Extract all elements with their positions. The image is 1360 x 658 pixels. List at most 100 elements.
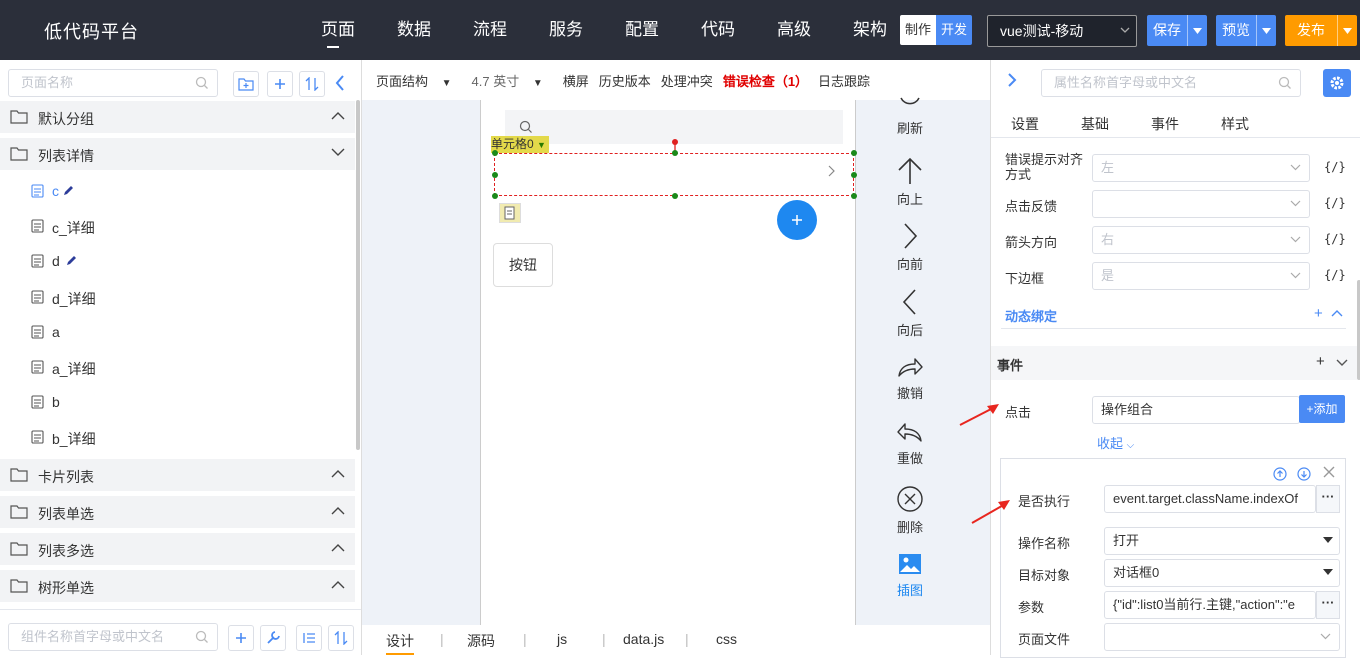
publish-button[interactable]: 发布 [1285, 15, 1337, 46]
chevron-up-icon[interactable] [1331, 309, 1343, 317]
refresh-tool[interactable]: 刷新 [882, 92, 938, 137]
page-item-b-detail[interactable]: b_详细 [0, 420, 355, 455]
move-down-circle-icon[interactable] [1297, 467, 1311, 481]
fx-button[interactable]: {/} [1324, 160, 1346, 174]
tab-basic[interactable]: 基础 [1081, 114, 1109, 134]
condition-input[interactable]: event.target.className.indexOf [1104, 485, 1316, 513]
conflict-button[interactable]: 处理冲突 [661, 71, 713, 90]
target-select[interactable]: 对话框0 [1104, 559, 1340, 587]
forward-tool[interactable]: 向前 [882, 222, 938, 273]
nav-data[interactable]: 数据 [376, 0, 452, 60]
component-marker-icon[interactable] [499, 203, 521, 223]
nav-page[interactable]: 页面 [300, 0, 376, 60]
publish-dropdown-icon[interactable] [1337, 15, 1357, 46]
page-item-d[interactable]: d [0, 244, 355, 279]
expand-right-icon[interactable] [1007, 72, 1017, 88]
tab-data-js[interactable]: data.js [623, 631, 664, 647]
sort-button[interactable] [299, 71, 325, 97]
page-search-input[interactable]: 页面名称 [8, 69, 218, 97]
group-default[interactable]: 默认分组 [0, 101, 355, 133]
log-trace-button[interactable]: 日志跟踪 [818, 71, 870, 90]
tab-events[interactable]: 事件 [1151, 114, 1179, 134]
button-component[interactable]: 按钮 [493, 243, 553, 287]
save-dropdown-icon[interactable] [1187, 15, 1207, 46]
nav-code[interactable]: 代码 [680, 0, 756, 60]
page-item-d-detail[interactable]: d_详细 [0, 280, 355, 315]
nav-advanced[interactable]: 高级 [756, 0, 832, 60]
page-item-a-detail[interactable]: a_详细 [0, 350, 355, 385]
wrench-button[interactable] [260, 625, 286, 651]
tab-css[interactable]: css [716, 631, 737, 647]
group-list-multi[interactable]: 列表多选 [0, 533, 355, 565]
click-feedback-select[interactable] [1092, 190, 1310, 218]
event-click-input[interactable]: 操作组合 [1092, 396, 1300, 424]
component-search-input[interactable]: 组件名称首字母或中文名 [8, 623, 218, 651]
collapse-left-icon[interactable] [334, 74, 346, 92]
page-item-b[interactable]: b [0, 385, 355, 420]
backward-tool[interactable]: 向后 [882, 288, 938, 339]
preview-button[interactable]: 预览 [1216, 15, 1256, 46]
events-section-header[interactable]: 事件 + [991, 346, 1357, 380]
search-icon [519, 120, 533, 134]
nav-flow[interactable]: 流程 [452, 0, 528, 60]
project-select[interactable]: vue测试-移动 [987, 15, 1137, 47]
floating-add-button[interactable] [777, 200, 817, 240]
add-action-button[interactable]: +添加 [1299, 395, 1345, 423]
fx-button[interactable]: {/} [1324, 232, 1346, 246]
tab-source[interactable]: 源码 [467, 631, 495, 651]
save-button[interactable]: 保存 [1147, 15, 1187, 46]
selection-handles[interactable] [491, 138, 857, 200]
group-tree-single[interactable]: 树形单选 [0, 570, 355, 602]
arrow-direction-select[interactable]: 右 [1092, 226, 1310, 254]
redo-tool[interactable]: 重做 [882, 420, 938, 467]
fx-button[interactable]: {/} [1324, 268, 1346, 282]
preview-dropdown-icon[interactable] [1256, 15, 1276, 46]
tab-style[interactable]: 样式 [1221, 114, 1249, 134]
property-search-input[interactable]: 属性名称首字母或中文名 [1041, 69, 1301, 97]
undo-tool[interactable]: 撤销 [882, 355, 938, 402]
page-structure-dropdown[interactable]: 页面结构 ▼ [376, 71, 462, 90]
group-card-list[interactable]: 卡片列表 [0, 459, 355, 491]
page-file-select[interactable] [1104, 623, 1340, 651]
mode-dev-button[interactable]: 开发 [936, 15, 973, 45]
undo-label: 撤销 [896, 386, 923, 401]
params-input[interactable]: {"id":list0当前行.主键,"action":"e [1104, 591, 1316, 619]
page-item-c-detail[interactable]: c_详细 [0, 209, 355, 244]
delete-tool[interactable]: 删除 [882, 485, 938, 536]
left-scrollbar[interactable] [356, 100, 360, 450]
action-name-select[interactable]: 打开 [1104, 527, 1340, 555]
params-more-button[interactable]: ··· [1316, 591, 1340, 619]
mode-make-button[interactable]: 制作 [900, 15, 937, 45]
nav-architecture[interactable]: 架构 [832, 0, 908, 60]
move-up-tool[interactable]: 向上 [882, 157, 938, 208]
screen-size-dropdown[interactable]: 4.7 英寸 ▼ [472, 71, 553, 90]
settings-button[interactable] [1323, 69, 1351, 97]
nav-config[interactable]: 配置 [604, 0, 680, 60]
history-button[interactable]: 历史版本 [599, 71, 651, 90]
tab-settings[interactable]: 设置 [1011, 114, 1039, 134]
move-up-circle-icon[interactable] [1273, 467, 1287, 481]
add-page-button[interactable] [267, 71, 293, 97]
error-align-select[interactable]: 左 [1092, 154, 1310, 182]
error-check-button[interactable]: 错误检查（1） [723, 71, 808, 90]
add-binding-icon[interactable]: + [1314, 305, 1323, 322]
condition-more-button[interactable]: ··· [1316, 485, 1340, 513]
add-event-icon[interactable]: + [1316, 353, 1325, 370]
nav-service[interactable]: 服务 [528, 0, 604, 60]
component-sort-button[interactable] [328, 625, 354, 651]
group-list-single[interactable]: 列表单选 [0, 496, 355, 528]
bottom-border-select[interactable]: 是 [1092, 262, 1310, 290]
fx-button[interactable]: {/} [1324, 196, 1346, 210]
list-order-button[interactable] [296, 625, 322, 651]
insert-image-tool[interactable]: 插图 [882, 552, 938, 599]
landscape-button[interactable]: 横屏 [563, 71, 589, 90]
collapse-link[interactable]: 收起 ⌵ [1097, 433, 1134, 452]
page-item-c[interactable]: c [0, 174, 355, 209]
tab-js[interactable]: js [557, 631, 567, 647]
add-component-button[interactable] [228, 625, 254, 651]
close-icon[interactable] [1323, 466, 1335, 478]
tab-design[interactable]: 设计 [386, 631, 414, 655]
add-folder-button[interactable] [233, 71, 259, 97]
page-item-a[interactable]: a [0, 315, 355, 350]
group-list-detail[interactable]: 列表详情 [0, 138, 355, 170]
